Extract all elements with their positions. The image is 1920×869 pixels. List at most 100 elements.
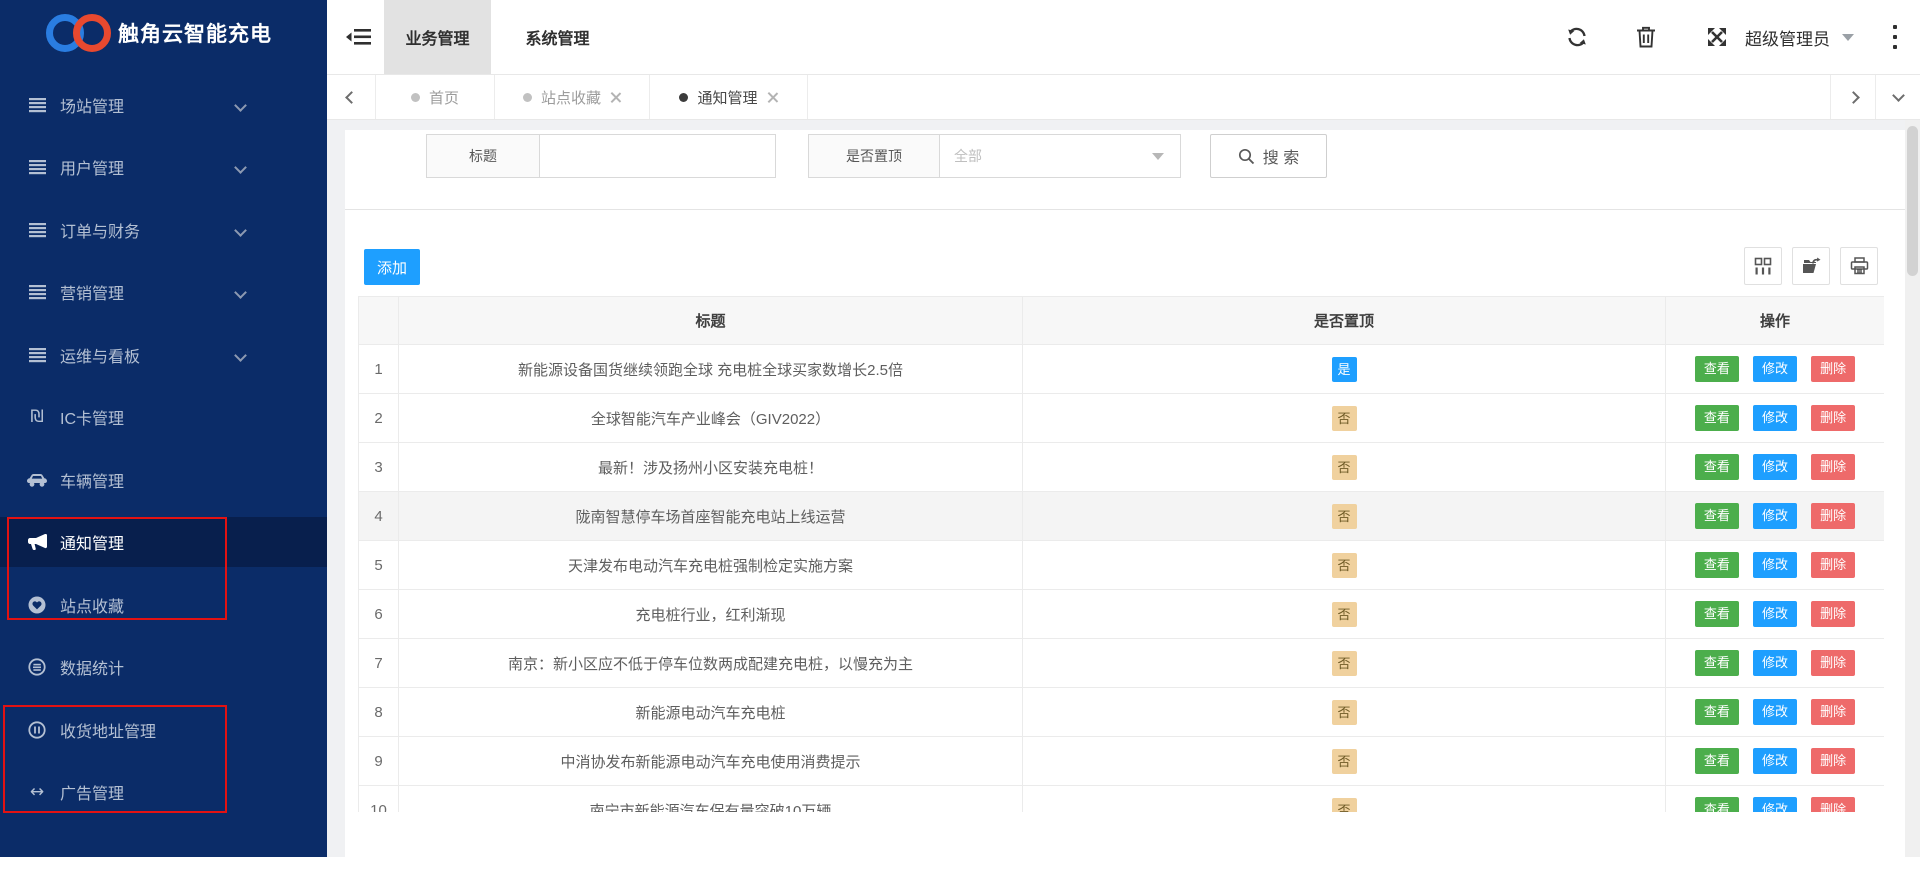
scrollbar-thumb[interactable] bbox=[1907, 126, 1918, 276]
title-filter-label: 标题 bbox=[426, 134, 540, 178]
row-title: 陇南智慧停车场首座智能充电站上线运营 bbox=[398, 491, 1023, 541]
delete-button[interactable]: 删除 bbox=[1811, 454, 1856, 480]
edit-button[interactable]: 修改 bbox=[1753, 356, 1797, 382]
tag-site-favorites[interactable]: 站点收藏 bbox=[495, 75, 650, 119]
delete-button[interactable]: 删除 bbox=[1811, 601, 1856, 627]
view-button[interactable]: 查看 bbox=[1694, 503, 1739, 529]
delete-button[interactable]: 删除 bbox=[1811, 797, 1856, 812]
sidebar-item-label: 站点收藏 bbox=[60, 599, 125, 616]
tag-notifications[interactable]: 通知管理 bbox=[650, 75, 808, 119]
view-button[interactable]: 查看 bbox=[1694, 356, 1739, 382]
edit-button[interactable]: 修改 bbox=[1753, 650, 1797, 676]
delete-button[interactable]: 删除 bbox=[1811, 552, 1856, 578]
sidebar-item-ops-dashboard[interactable]: 运维与看板 bbox=[0, 330, 327, 380]
tags-scroll-left-button[interactable] bbox=[335, 75, 367, 119]
fullscreen-icon[interactable] bbox=[1705, 25, 1729, 49]
topnav-tab-system[interactable]: 系统管理 bbox=[504, 0, 611, 74]
vertical-scrollbar[interactable] bbox=[1905, 120, 1920, 857]
pinned-filter-group: 是否置顶 全部 bbox=[808, 134, 1181, 178]
stats-circle-icon bbox=[26, 657, 48, 677]
refresh-icon[interactable] bbox=[1565, 25, 1589, 49]
trash-icon[interactable] bbox=[1635, 25, 1659, 49]
table-row: 2 全球智能汽车产业峰会（GIV2022） 否 查看 修改 删除 bbox=[358, 393, 1884, 443]
chevron-down-icon bbox=[234, 349, 247, 362]
delete-button[interactable]: 删除 bbox=[1811, 356, 1856, 382]
sidebar-item-label: 收货地址管理 bbox=[60, 724, 157, 741]
sidebar-item-statistics[interactable]: 数据统计 bbox=[0, 642, 327, 692]
view-button[interactable]: 查看 bbox=[1694, 405, 1739, 431]
sidebar-item-notifications[interactable]: 通知管理 bbox=[0, 517, 327, 567]
chevron-down-icon bbox=[234, 224, 247, 237]
sidebar-item-label: 通知管理 bbox=[60, 536, 125, 553]
tag-dot-icon bbox=[410, 92, 420, 102]
view-button[interactable]: 查看 bbox=[1694, 601, 1739, 627]
row-title: 最新！涉及扬州小区安装充电桩！ bbox=[398, 442, 1023, 492]
table-row: 10 南宁市新能源汽车保有量突破10万辆 否 查看 修改 删除 bbox=[358, 785, 1884, 812]
columns-toggle-button[interactable] bbox=[1744, 247, 1782, 285]
delete-button[interactable]: 删除 bbox=[1811, 503, 1856, 529]
search-button-label: 搜 索 bbox=[1262, 150, 1300, 167]
delete-button[interactable]: 删除 bbox=[1811, 748, 1856, 774]
pinned-badge: 否 bbox=[1331, 650, 1357, 676]
view-button[interactable]: 查看 bbox=[1694, 699, 1739, 725]
user-menu[interactable]: 超级管理员 bbox=[1745, 22, 1854, 52]
sidebar-item-site-favorites[interactable]: 站点收藏 bbox=[0, 580, 327, 630]
tag-label: 首页 bbox=[428, 89, 459, 107]
row-title: 南宁市新能源汽车保有量突破10万辆 bbox=[398, 785, 1023, 812]
delete-button[interactable]: 删除 bbox=[1811, 650, 1856, 676]
tag-close-icon[interactable] bbox=[767, 92, 778, 103]
row-title: 新能源电动汽车充电桩 bbox=[398, 687, 1023, 737]
edit-button[interactable]: 修改 bbox=[1753, 601, 1797, 627]
tag-dot-icon bbox=[522, 92, 532, 102]
edit-button[interactable]: 修改 bbox=[1753, 797, 1797, 812]
edit-button[interactable]: 修改 bbox=[1753, 552, 1797, 578]
view-button[interactable]: 查看 bbox=[1694, 454, 1739, 480]
tags-menu-button[interactable] bbox=[1875, 75, 1920, 119]
kebab-menu-icon[interactable] bbox=[1891, 25, 1899, 49]
sidebar-item-users[interactable]: 用户管理 bbox=[0, 142, 327, 192]
delete-button[interactable]: 删除 bbox=[1811, 405, 1856, 431]
sidebar-item-orders-finance[interactable]: 订单与财务 bbox=[0, 205, 327, 255]
export-button[interactable] bbox=[1792, 247, 1830, 285]
megaphone-icon bbox=[26, 532, 48, 552]
sidebar-collapse-icon[interactable] bbox=[345, 24, 373, 50]
header-pinned: 是否置顶 bbox=[1022, 296, 1666, 345]
search-panel: 标题 是否置顶 全部 搜 索 bbox=[345, 130, 1905, 210]
sidebar-item-vehicles[interactable]: 车辆管理 bbox=[0, 455, 327, 505]
sidebar-item-stations[interactable]: 场站管理 bbox=[0, 80, 327, 130]
sidebar-item-ads[interactable]: ↔ 广告管理 bbox=[0, 767, 327, 817]
printer-icon bbox=[1850, 257, 1868, 275]
title-filter-input[interactable] bbox=[540, 134, 776, 178]
edit-button[interactable]: 修改 bbox=[1753, 405, 1797, 431]
pinned-filter-select[interactable]: 全部 bbox=[940, 134, 1181, 178]
view-button[interactable]: 查看 bbox=[1694, 650, 1739, 676]
delete-button[interactable]: 删除 bbox=[1811, 699, 1856, 725]
search-button[interactable]: 搜 索 bbox=[1210, 134, 1327, 178]
print-button[interactable] bbox=[1840, 247, 1878, 285]
tags-scroll-right-button[interactable] bbox=[1830, 75, 1875, 119]
edit-button[interactable]: 修改 bbox=[1753, 699, 1797, 725]
edit-button[interactable]: 修改 bbox=[1753, 748, 1797, 774]
edit-button[interactable]: 修改 bbox=[1753, 454, 1797, 480]
title-filter-group: 标题 bbox=[426, 134, 776, 178]
table-row: 7 南京：新小区应不低于停车位数两成配建充电桩，以慢充为主 否 查看 修改 删除 bbox=[358, 638, 1884, 688]
add-button[interactable]: 添加 bbox=[364, 249, 420, 285]
tag-home[interactable]: 首页 bbox=[375, 75, 495, 119]
sidebar-item-label: 运维与看板 bbox=[60, 349, 141, 366]
pinned-badge: 否 bbox=[1331, 748, 1357, 774]
pinned-badge: 否 bbox=[1331, 405, 1357, 431]
view-button[interactable]: 查看 bbox=[1694, 552, 1739, 578]
sidebar-item-shipping-address[interactable]: 收货地址管理 bbox=[0, 705, 327, 755]
sidebar-item-ic-card[interactable]: ₪ IC卡管理 bbox=[0, 392, 327, 442]
sidebar-item-label: 用户管理 bbox=[60, 161, 125, 178]
topnav-tab-business[interactable]: 业务管理 bbox=[384, 0, 491, 74]
topbar: 业务管理 系统管理 超级管理员 bbox=[327, 0, 1920, 75]
edit-button[interactable]: 修改 bbox=[1753, 503, 1797, 529]
view-button[interactable]: 查看 bbox=[1694, 748, 1739, 774]
view-button[interactable]: 查看 bbox=[1694, 797, 1739, 812]
sidebar-item-marketing[interactable]: 营销管理 bbox=[0, 267, 327, 317]
tag-close-icon[interactable] bbox=[610, 92, 621, 103]
row-title: 中消协发布新能源电动汽车充电使用消费提示 bbox=[398, 736, 1023, 786]
sidebar-item-label: IC卡管理 bbox=[60, 411, 125, 428]
tag-label: 通知管理 bbox=[697, 89, 758, 107]
